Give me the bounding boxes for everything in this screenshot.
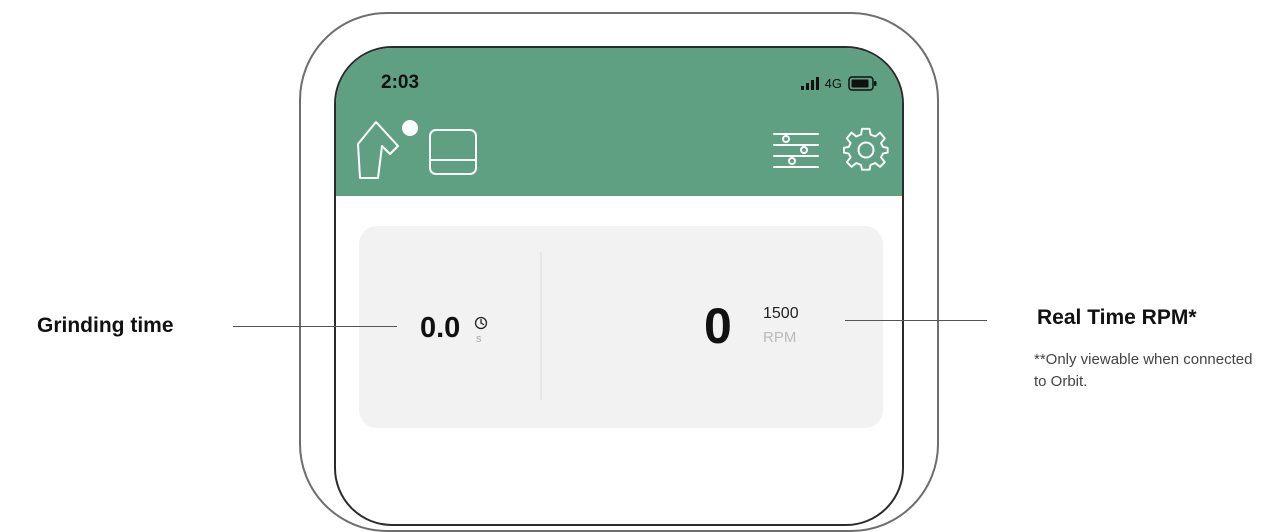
signal-icon: [800, 76, 819, 90]
rpm-note: **Only viewable when connected to Orbit.: [1034, 351, 1253, 390]
grinder-connected-icon[interactable]: [352, 106, 420, 190]
phone-screen: 2:03 4G 0.0 s 0 1500 RPM: [334, 46, 904, 526]
status-time: 2:03: [381, 72, 420, 93]
grinding-time-leader-line: [233, 326, 397, 327]
grinding-time-callout: Grinding time: [37, 314, 174, 337]
rpm-value: 0: [704, 298, 732, 354]
bin-icon[interactable]: [428, 128, 480, 178]
rpm-unit: RPM: [763, 329, 797, 346]
rpm-leader-line: [845, 320, 987, 321]
card-divider: [540, 252, 542, 400]
grinding-time-value: 0.0: [420, 312, 461, 344]
app-header: 2:03 4G: [336, 48, 902, 196]
sliders-icon[interactable]: [772, 128, 820, 174]
network-type: 4G: [824, 75, 842, 91]
grind-info-card: 0.0 s 0 1500 RPM: [359, 226, 883, 428]
clock-icon: [474, 316, 488, 330]
status-indicators: 4G: [800, 72, 878, 94]
grinding-time-unit: s: [476, 333, 482, 345]
rpm-target: 1500: [763, 305, 799, 322]
battery-icon: [848, 75, 877, 91]
rpm-callout: Real Time RPM*: [1037, 306, 1197, 329]
gear-icon[interactable]: [843, 126, 889, 172]
